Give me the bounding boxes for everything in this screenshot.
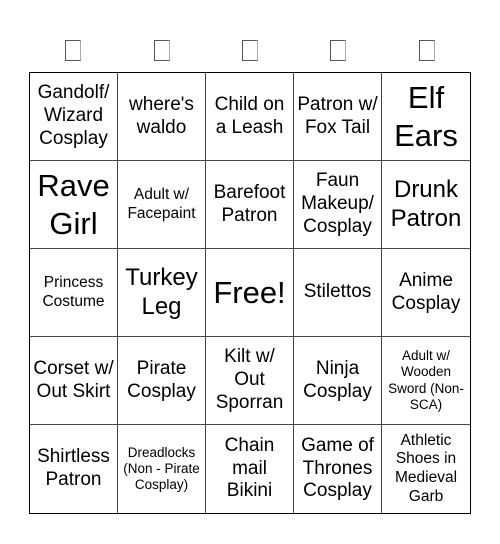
bingo-cell[interactable]: Child on a Leash (206, 73, 294, 161)
bingo-cell-label: Gandolf/ Wizard Cosplay (37, 82, 110, 149)
bingo-cell-label: Ninja Cosplay (303, 357, 372, 402)
bingo-cell-label: Barefoot Patron (213, 181, 286, 226)
bingo-cell[interactable]: Faun Makeup/ Cosplay (294, 161, 382, 249)
bingo-card-grid: Gandolf/ Wizard Cosplay where's waldo Chil… (29, 72, 471, 514)
bingo-cell-label: Pirate Cosplay (127, 357, 196, 402)
missing-glyph-icon (153, 39, 170, 61)
bingo-cell[interactable]: Stilettos (294, 249, 382, 337)
header-column-4 (294, 38, 382, 62)
bingo-cell[interactable]: Rave Girl (30, 161, 118, 249)
header-column-3 (206, 38, 294, 62)
bingo-cell-label: Faun Makeup/ Cosplay (301, 170, 374, 237)
bingo-cell-label: Elf Ears (394, 80, 458, 153)
bingo-cell[interactable]: Turkey Leg (118, 249, 206, 337)
bingo-cell-label: Princess Costume (42, 273, 105, 310)
bingo-cell[interactable]: Ninja Cosplay (294, 337, 382, 425)
missing-glyph-icon (65, 39, 82, 61)
bingo-cell[interactable]: Adult w/ Facepaint (118, 161, 206, 249)
bingo-cell-label: Rave Girl (37, 168, 110, 241)
bingo-cell-label: Free! (213, 274, 286, 310)
header-column-2 (117, 38, 205, 62)
bingo-cell-label: Dreadlocks (Non - Pirate Cosplay) (123, 444, 200, 493)
bingo-cell[interactable]: Athletic Shoes in Medieval Garb (382, 425, 470, 513)
bingo-cell[interactable]: Adult w/ Wooden Sword (Non-SCA) (382, 337, 470, 425)
bingo-cell[interactable]: Kilt w/ Out Sporran (206, 337, 294, 425)
bingo-cell[interactable]: Patron w/ Fox Tail (294, 73, 382, 161)
bingo-cell[interactable]: Corset w/ Out Skirt (30, 337, 118, 425)
bingo-cell-label: Game of Thrones Cosplay (301, 434, 374, 502)
bingo-cell[interactable]: Shirtless Patron (30, 425, 118, 513)
bingo-cell[interactable]: Dreadlocks (Non - Pirate Cosplay) (118, 425, 206, 513)
bingo-cell-label: Corset w/ Out Skirt (33, 357, 114, 402)
missing-glyph-icon (242, 39, 259, 61)
missing-glyph-icon (330, 39, 347, 61)
bingo-cell[interactable]: Princess Costume (30, 249, 118, 337)
bingo-cell-label: Turkey Leg (125, 263, 198, 320)
bingo-cell-free[interactable]: Free! (206, 249, 294, 337)
bingo-cell-label: Child on a Leash (214, 93, 285, 138)
bingo-cell-label: Shirtless Patron (37, 446, 110, 490)
bingo-cell-label: Adult w/ Wooden Sword (Non-SCA) (388, 348, 464, 412)
bingo-cell-label: Adult w/ Facepaint (127, 185, 196, 222)
bingo-cell-label: where's waldo (129, 93, 194, 138)
bingo-cell-label: Patron w/ Fox Tail (297, 93, 378, 138)
bingo-header (29, 38, 471, 62)
bingo-cell-label: Stilettos (303, 281, 372, 303)
bingo-cell[interactable]: Drunk Patron (382, 161, 470, 249)
header-column-1 (29, 38, 117, 62)
bingo-cell[interactable]: Elf Ears (382, 73, 470, 161)
missing-glyph-icon (418, 39, 435, 61)
bingo-cell-label: Anime Cosplay (391, 269, 461, 314)
bingo-cell[interactable]: Chain mail Bikini (206, 425, 294, 513)
bingo-cell[interactable]: Barefoot Patron (206, 161, 294, 249)
bingo-cell[interactable]: Pirate Cosplay (118, 337, 206, 425)
bingo-cell[interactable]: Gandolf/ Wizard Cosplay (30, 73, 118, 161)
header-column-5 (383, 38, 471, 62)
bingo-cell-label: Athletic Shoes in Medieval Garb (394, 431, 458, 505)
bingo-cell-label: Drunk Patron (390, 175, 462, 232)
bingo-cell[interactable]: Anime Cosplay (382, 249, 470, 337)
bingo-cell[interactable]: Game of Thrones Cosplay (294, 425, 382, 513)
bingo-cell[interactable]: where's waldo (118, 73, 206, 161)
bingo-cell-label: Chain mail Bikini (224, 434, 275, 502)
bingo-cell-label: Kilt w/ Out Sporran (215, 346, 284, 413)
